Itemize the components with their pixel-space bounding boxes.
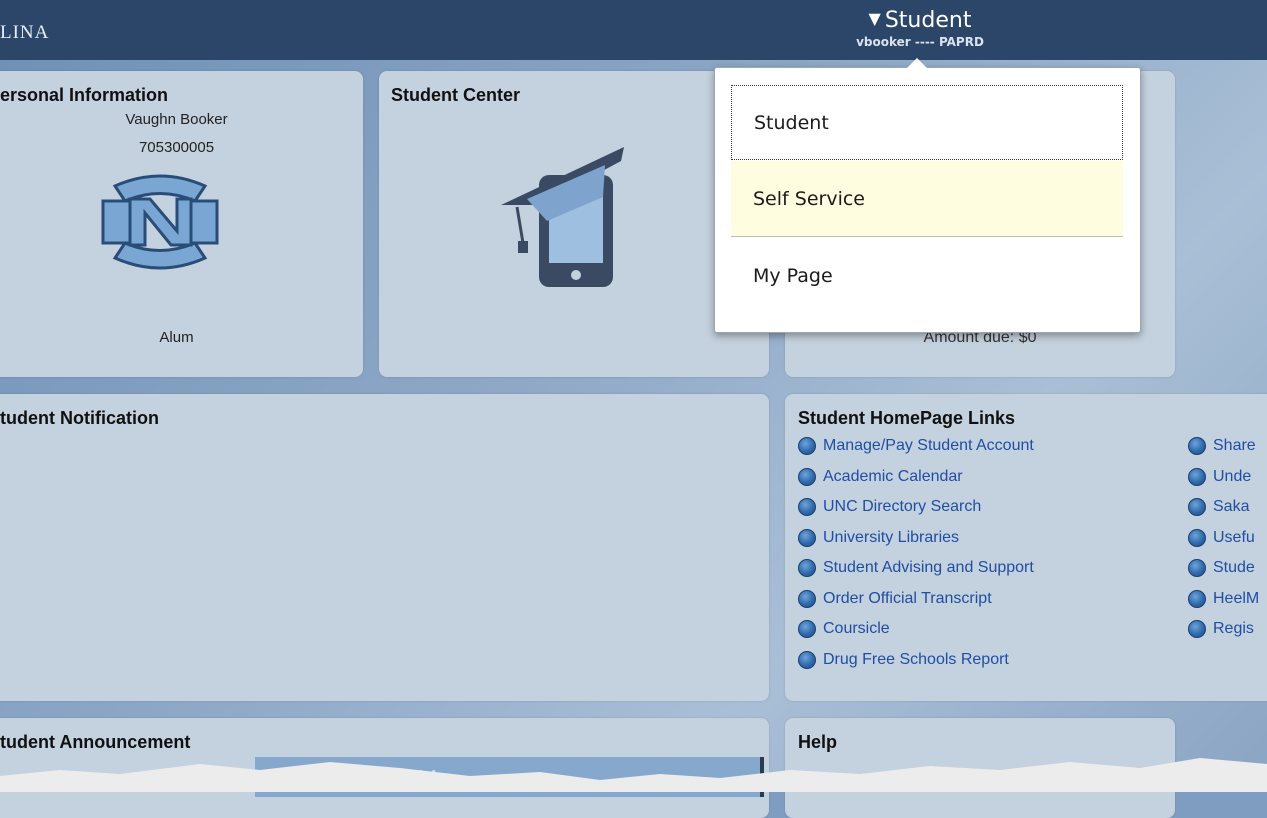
student-name: Vaughn Booker xyxy=(125,111,228,128)
link-label[interactable]: HeelM xyxy=(1213,590,1259,608)
link-label[interactable]: Academic Calendar xyxy=(823,468,963,486)
torn-paper-edge xyxy=(0,758,1267,792)
menu-item-label: My Page xyxy=(753,264,833,287)
link-right-6[interactable]: HeelM xyxy=(1188,584,1259,615)
link-label[interactable]: University Libraries xyxy=(823,529,959,547)
link-label[interactable]: Coursicle xyxy=(823,620,890,638)
role-label: Student xyxy=(884,8,972,33)
role-switcher[interactable]: ▼ Student vbooker ---- PAPRD xyxy=(820,8,1020,49)
brand-logo-text[interactable]: LINA xyxy=(0,22,49,44)
bullet-icon xyxy=(1188,559,1206,578)
link-label[interactable]: Saka xyxy=(1213,498,1249,516)
link-label[interactable]: Unde xyxy=(1213,468,1251,486)
bullet-icon xyxy=(1188,589,1206,608)
link-label[interactable]: Regis xyxy=(1213,620,1254,638)
link-label[interactable]: Manage/Pay Student Account xyxy=(823,437,1034,455)
link-label[interactable]: Drug Free Schools Report xyxy=(823,651,1009,669)
graduation-tablet-icon xyxy=(501,147,624,287)
user-environment-label: vbooker ---- PAPRD xyxy=(856,35,984,49)
bullet-icon xyxy=(1188,498,1206,517)
bullet-icon xyxy=(798,467,816,486)
link-academic-calendar[interactable]: Academic Calendar xyxy=(798,462,1034,493)
personal-information-tile[interactable]: ersonal Information Vaughn Booker 705300… xyxy=(0,71,363,377)
links-right-column: Share Unde Saka Usefu Stude HeelM Regis xyxy=(1188,431,1259,645)
menu-item-student[interactable]: Student xyxy=(731,85,1123,160)
link-right-2[interactable]: Unde xyxy=(1188,462,1259,493)
student-status: Alum xyxy=(159,329,194,346)
student-notification-tile: tudent Notification xyxy=(0,394,769,701)
link-drug-free-schools[interactable]: Drug Free Schools Report xyxy=(798,645,1034,676)
bullet-icon xyxy=(798,528,816,547)
panel-title: Student HomePage Links xyxy=(798,408,1016,428)
menu-separator xyxy=(731,236,1123,237)
link-university-libraries[interactable]: University Libraries xyxy=(798,523,1034,554)
panel-title: ersonal Information xyxy=(0,85,169,105)
link-order-transcript[interactable]: Order Official Transcript xyxy=(798,584,1034,615)
link-label[interactable]: Usefu xyxy=(1213,529,1255,547)
bullet-icon xyxy=(1188,620,1206,639)
bullet-icon xyxy=(798,437,816,456)
menu-item-my-page[interactable]: My Page xyxy=(731,238,1123,313)
menu-item-label: Student xyxy=(754,111,829,134)
bullet-icon xyxy=(798,559,816,578)
link-student-advising[interactable]: Student Advising and Support xyxy=(798,553,1034,584)
menu-item-self-service[interactable]: Self Service xyxy=(731,161,1123,236)
bullet-icon xyxy=(1188,467,1206,486)
menu-item-label: Self Service xyxy=(753,187,865,210)
link-right-5[interactable]: Stude xyxy=(1188,553,1259,584)
link-right-4[interactable]: Usefu xyxy=(1188,523,1259,554)
link-label[interactable]: UNC Directory Search xyxy=(823,498,981,516)
bullet-icon xyxy=(1188,437,1206,456)
dropdown-caret xyxy=(907,58,927,68)
link-label[interactable]: Stude xyxy=(1213,559,1255,577)
bullet-icon xyxy=(798,620,816,639)
role-title[interactable]: ▼ Student xyxy=(820,8,1020,35)
role-dropdown-menu: Student Self Service My Page xyxy=(714,58,1141,333)
links-left-column: Manage/Pay Student Account Academic Cale… xyxy=(798,431,1034,675)
panel-title: Student Center xyxy=(391,85,521,105)
bullet-icon xyxy=(798,589,816,608)
bullet-icon xyxy=(798,650,816,669)
top-header: LINA ▼ Student vbooker ---- PAPRD xyxy=(0,0,1267,60)
link-manage-pay-account[interactable]: Manage/Pay Student Account xyxy=(798,431,1034,462)
panel-title: tudent Notification xyxy=(0,408,159,428)
bullet-icon xyxy=(1188,528,1206,547)
bullet-icon xyxy=(798,498,816,517)
link-right-7[interactable]: Regis xyxy=(1188,614,1259,645)
unc-nc-logo-icon xyxy=(101,174,219,270)
student-id: 705300005 xyxy=(138,139,215,156)
link-label[interactable]: Student Advising and Support xyxy=(823,559,1034,577)
link-unc-directory-search[interactable]: UNC Directory Search xyxy=(798,492,1034,523)
homepage-links-tile: Student HomePage Links Manage/Pay Studen… xyxy=(785,394,1267,701)
link-label[interactable]: Share xyxy=(1213,437,1256,455)
link-label[interactable]: Order Official Transcript xyxy=(823,590,992,608)
student-center-tile[interactable]: Student Center xyxy=(379,71,769,377)
triangle-down-icon: ▼ xyxy=(868,9,881,28)
link-right-3[interactable]: Saka xyxy=(1188,492,1259,523)
link-coursicle[interactable]: Coursicle xyxy=(798,614,1034,645)
link-right-1[interactable]: Share xyxy=(1188,431,1259,462)
